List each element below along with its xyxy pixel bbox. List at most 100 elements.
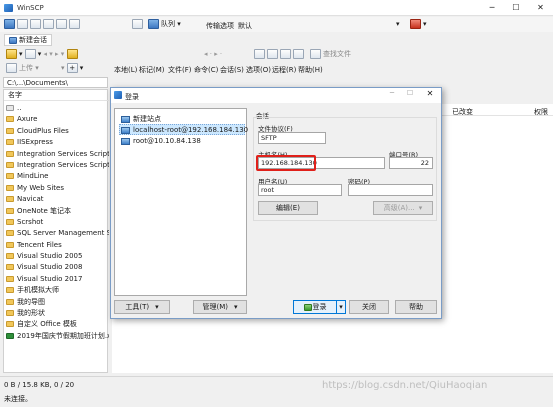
forward-icon[interactable]: ▸ ▾ — [55, 50, 64, 58]
list-item-label: CloudPlus Files — [17, 126, 69, 135]
home-icon[interactable] — [267, 49, 278, 59]
back-icon[interactable]: ◂ ▾ — [44, 50, 53, 58]
list-item[interactable]: Visual Studio 2008 — [6, 262, 109, 273]
dialog-maximize-button[interactable]: ☐ — [401, 89, 419, 97]
filter-icon[interactable] — [24, 49, 36, 59]
tools-button[interactable]: 工具(T) ▾ — [114, 300, 170, 314]
minimize-button[interactable]: ─ — [480, 0, 504, 16]
find-icon[interactable] — [30, 19, 41, 29]
root-icon[interactable] — [280, 49, 291, 59]
name-column-header[interactable]: 名字 — [4, 90, 109, 101]
gear-icon[interactable] — [132, 19, 143, 29]
list-item[interactable]: OneNote 笔记本 — [6, 206, 109, 217]
folder-icon — [6, 196, 14, 203]
tab-new-session[interactable]: 新建会话 — [4, 34, 52, 46]
help-button[interactable]: 帮助 — [395, 300, 437, 314]
list-item-label: Scrshot — [17, 217, 44, 226]
manage-button[interactable]: 管理(M) ▾ — [193, 300, 247, 314]
menu-mark[interactable]: 标记(M) — [139, 65, 165, 75]
upload-icon[interactable] — [6, 63, 17, 73]
user-input[interactable]: root — [258, 184, 342, 196]
list-item[interactable]: 手机模拟大师 — [6, 285, 109, 296]
site-tree-item[interactable]: localhost-root@192.168.184.130 — [119, 124, 248, 135]
list-item[interactable]: CloudPlus Files — [6, 126, 109, 137]
list-item[interactable]: 2019年国庆节假期加班计划.xl — [6, 331, 109, 342]
list-item-up[interactable]: .. — [6, 103, 109, 114]
list-item[interactable]: 我的导图 — [6, 297, 109, 308]
chevron-down-icon[interactable]: ▾ — [38, 50, 42, 58]
list-item[interactable]: Navicat — [6, 194, 109, 205]
list-item[interactable]: Integration Services Script T — [6, 160, 109, 171]
login-dialog: 登录 ─ ☐ ✕ 新建站点 localhost-root@192.168.184.… — [110, 87, 442, 319]
menu-local[interactable]: 本地(L) — [114, 65, 137, 75]
list-item[interactable]: SQL Server Management St — [6, 228, 109, 239]
list-item[interactable]: Visual Studio 2005 — [6, 251, 109, 262]
chevron-down-icon[interactable]: ▾ — [33, 64, 39, 72]
list-item[interactable]: My Web Sites — [6, 183, 109, 194]
list-item[interactable]: Tencent Files — [6, 240, 109, 251]
remote-back-icon[interactable]: ◂ · ▸ · — [204, 50, 222, 58]
login-dropdown-button[interactable]: ▾ — [336, 300, 346, 314]
transfer-dropdown[interactable] — [246, 19, 396, 30]
folder-icon — [6, 150, 14, 157]
list-item[interactable]: IISExpress — [6, 137, 109, 148]
site-tree-item-label: root@10.10.84.138 — [133, 137, 201, 145]
edit-local-icon[interactable]: ▾ — [61, 64, 65, 72]
list-item[interactable]: Axure — [6, 114, 109, 125]
chevron-down-icon[interactable]: ▾ — [423, 20, 427, 28]
add-icon[interactable]: + — [66, 63, 78, 73]
folder-icon — [6, 275, 14, 282]
advanced-button[interactable]: 高级(A)... ▾ — [373, 201, 433, 215]
terminal-icon[interactable] — [56, 19, 67, 29]
folder-icon — [6, 321, 14, 328]
compare-icon[interactable] — [17, 19, 28, 29]
menu-options[interactable]: 选项(O) — [246, 65, 271, 75]
site-tree-item[interactable]: root@10.10.84.138 — [119, 135, 245, 146]
refresh-icon[interactable] — [254, 49, 265, 59]
menu-remote[interactable]: 远程(R) — [272, 65, 296, 75]
list-item[interactable]: Scrshot — [6, 217, 109, 228]
preferences-icon[interactable] — [69, 19, 80, 29]
queue-button[interactable]: 队列 ▾ — [148, 19, 181, 29]
list-item[interactable]: MindLine — [6, 171, 109, 182]
find-files-button[interactable]: 查找文件 — [310, 49, 351, 59]
session-tab-bar: 新建会话 — [0, 33, 553, 47]
list-item[interactable]: Integration Services Script C — [6, 149, 109, 160]
sync-icon[interactable] — [4, 19, 15, 29]
dialog-close-button[interactable]: ✕ — [421, 89, 439, 98]
menu-session[interactable]: 会话(S) — [220, 65, 244, 75]
site-tree-item[interactable]: 新建站点 — [119, 113, 245, 124]
list-item[interactable]: 自定义 Office 模板 — [6, 319, 109, 330]
parent-dir-icon[interactable] — [66, 49, 78, 59]
bookmark-icon[interactable] — [293, 49, 304, 59]
list-item[interactable]: 我的形状 — [6, 308, 109, 319]
folder-icon — [6, 230, 14, 237]
local-path-bar[interactable]: C:\...\Documents\ — [3, 77, 108, 88]
list-item[interactable]: Visual Studio 2017 — [6, 274, 109, 285]
list-item-label: Tencent Files — [17, 240, 62, 249]
chevron-down-icon[interactable]: ▾ — [80, 64, 84, 72]
close-window-button[interactable]: ✕ — [528, 0, 553, 16]
local-drive-icon[interactable] — [6, 49, 17, 59]
menu-help[interactable]: 帮助(H) — [298, 65, 323, 75]
port-input[interactable]: 22 — [389, 157, 433, 169]
login-button[interactable]: 登录 — [293, 300, 337, 314]
password-input[interactable] — [348, 184, 433, 196]
console-icon[interactable] — [43, 19, 54, 29]
chevron-down-icon: ▾ — [339, 303, 343, 311]
close-button[interactable]: 关闭 — [349, 300, 389, 314]
protocol-select[interactable]: SFTP — [258, 132, 326, 144]
menu-command[interactable]: 命令(C) — [194, 65, 218, 75]
chevron-down-icon[interactable]: ▾ — [396, 20, 400, 28]
watermark: https://blog.csdn.net/QiuHaoqian — [322, 380, 488, 391]
chevron-down-icon: ▾ — [418, 204, 423, 212]
edit-button[interactable]: 编辑(E) — [258, 201, 318, 215]
folder-icon — [6, 264, 14, 271]
transfer-settings-icon[interactable] — [410, 19, 421, 29]
folder-icon — [6, 241, 14, 248]
dialog-minimize-button[interactable]: ─ — [383, 89, 401, 97]
chevron-down-icon[interactable]: ▾ — [19, 50, 23, 58]
maximize-button[interactable]: ☐ — [504, 0, 528, 16]
menu-file[interactable]: 文件(F) — [168, 65, 192, 75]
upload-button[interactable]: 上传 — [19, 64, 33, 72]
